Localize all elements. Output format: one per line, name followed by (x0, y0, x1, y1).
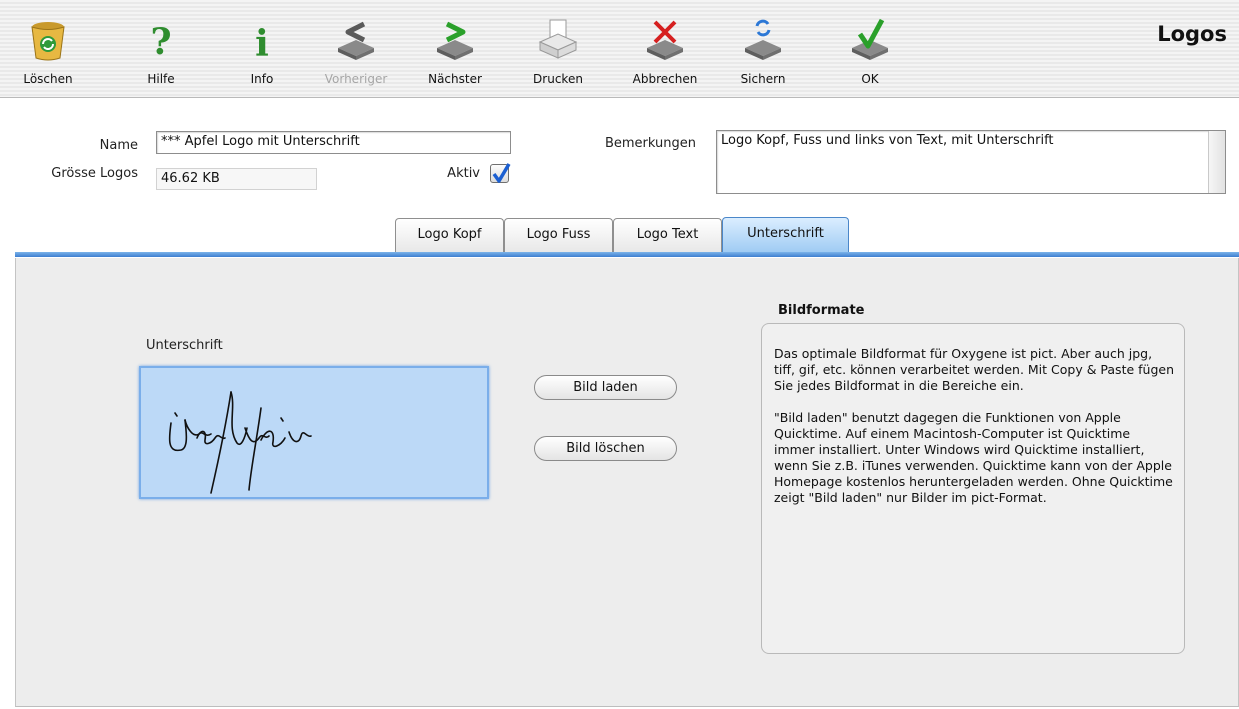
previous-record-icon (338, 21, 374, 60)
signature-image (168, 391, 312, 494)
load-image-button[interactable]: Bild laden (534, 375, 677, 400)
remarks-label: Bemerkungen (604, 136, 696, 151)
info-box: Das optimale Bildformat für Oxygene ist … (761, 323, 1185, 654)
trash-recycle-icon (31, 22, 65, 61)
remarks-scrollbar[interactable] (1208, 131, 1225, 193)
next-button[interactable]: Nächster (415, 14, 495, 92)
name-label: Name (99, 138, 138, 153)
info-paragraph-1: Das optimale Bildformat für Oxygene ist … (774, 346, 1175, 393)
print-button-label: Drucken (533, 72, 583, 86)
ok-check-icon (852, 18, 888, 60)
next-button-label: Nächster (428, 72, 482, 86)
previous-button-label: Vorheriger (324, 72, 388, 86)
next-record-icon (437, 21, 473, 60)
checkmark-icon (492, 163, 511, 183)
delete-button[interactable]: Löschen (8, 14, 88, 92)
ok-button[interactable]: OK (830, 14, 910, 92)
info-button[interactable]: i Info (222, 14, 302, 92)
active-checkbox[interactable] (490, 163, 511, 183)
cancel-button-label: Abbrechen (632, 72, 698, 86)
tab-unterschrift[interactable]: Unterschrift (722, 217, 849, 253)
signature-label: Unterschrift (146, 338, 223, 353)
save-button-label: Sichern (740, 72, 786, 86)
window-title: Logos (1157, 22, 1227, 46)
save-button[interactable]: Sichern (723, 14, 803, 92)
printer-icon (538, 19, 578, 59)
svg-text:?: ? (150, 21, 171, 62)
size-field: 46.62 KB (156, 168, 317, 190)
delete-button-label: Löschen (23, 72, 73, 86)
svg-text:i: i (255, 23, 269, 62)
print-button[interactable]: Drucken (518, 14, 598, 92)
tab-logo-text[interactable]: Logo Text (613, 218, 722, 252)
tab-logo-kopf[interactable]: Logo Kopf (395, 218, 504, 252)
cancel-icon (647, 20, 683, 60)
question-icon: ? (150, 21, 171, 62)
size-label: Grösse Logos (51, 166, 138, 181)
delete-image-button[interactable]: Bild löschen (534, 436, 677, 461)
ok-button-label: OK (861, 72, 879, 86)
info-title: Bildformate (778, 303, 865, 318)
info-icon: i (255, 23, 269, 62)
tab-underline (15, 252, 1239, 257)
info-button-label: Info (250, 72, 274, 86)
cancel-button[interactable]: Abbrechen (625, 14, 705, 92)
name-field[interactable]: *** Apfel Logo mit Unterschrift (156, 131, 511, 154)
active-label: Aktiv (447, 166, 480, 181)
help-button-label: Hilfe (147, 72, 175, 86)
tab-logo-fuss[interactable]: Logo Fuss (504, 218, 613, 252)
remarks-textarea[interactable]: Logo Kopf, Fuss und links von Text, mit … (716, 130, 1226, 194)
toolbar: Löschen ? Hilfe i Info Vorheriger Nächst… (0, 0, 1239, 98)
signature-image-well[interactable] (139, 366, 489, 499)
help-button[interactable]: ? Hilfe (121, 14, 201, 92)
remarks-text: Logo Kopf, Fuss und links von Text, mit … (721, 133, 1054, 148)
previous-button[interactable]: Vorheriger (316, 14, 396, 92)
save-icon (745, 19, 781, 60)
info-paragraph-2: "Bild laden" benutzt dagegen die Funktio… (774, 410, 1173, 505)
